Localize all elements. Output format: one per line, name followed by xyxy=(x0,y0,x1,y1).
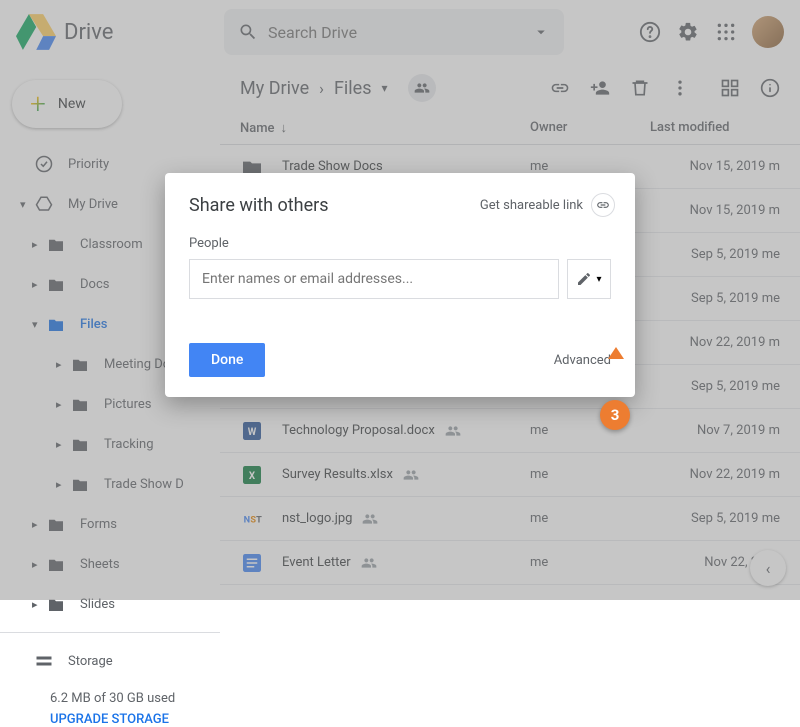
sidebar-item-label: Storage xyxy=(68,654,113,669)
done-button[interactable]: Done xyxy=(189,343,265,377)
people-label: People xyxy=(189,236,611,251)
people-input[interactable] xyxy=(189,259,559,299)
storage-usage: 6.2 MB of 30 GB used xyxy=(0,691,220,706)
storage-icon xyxy=(35,652,53,670)
pencil-icon xyxy=(576,271,592,287)
modal-overlay: Share with others Get shareable link Peo… xyxy=(0,0,800,600)
share-dialog: Share with others Get shareable link Peo… xyxy=(165,173,635,397)
permission-dropdown[interactable]: ▾ xyxy=(567,259,611,299)
link-icon xyxy=(596,198,610,212)
sidebar-item-storage[interactable]: Storage xyxy=(0,641,220,681)
upgrade-storage-link[interactable]: UPGRADE STORAGE xyxy=(0,712,220,727)
advanced-link[interactable]: Advanced xyxy=(554,353,611,368)
get-shareable-link[interactable]: Get shareable link xyxy=(480,193,615,217)
